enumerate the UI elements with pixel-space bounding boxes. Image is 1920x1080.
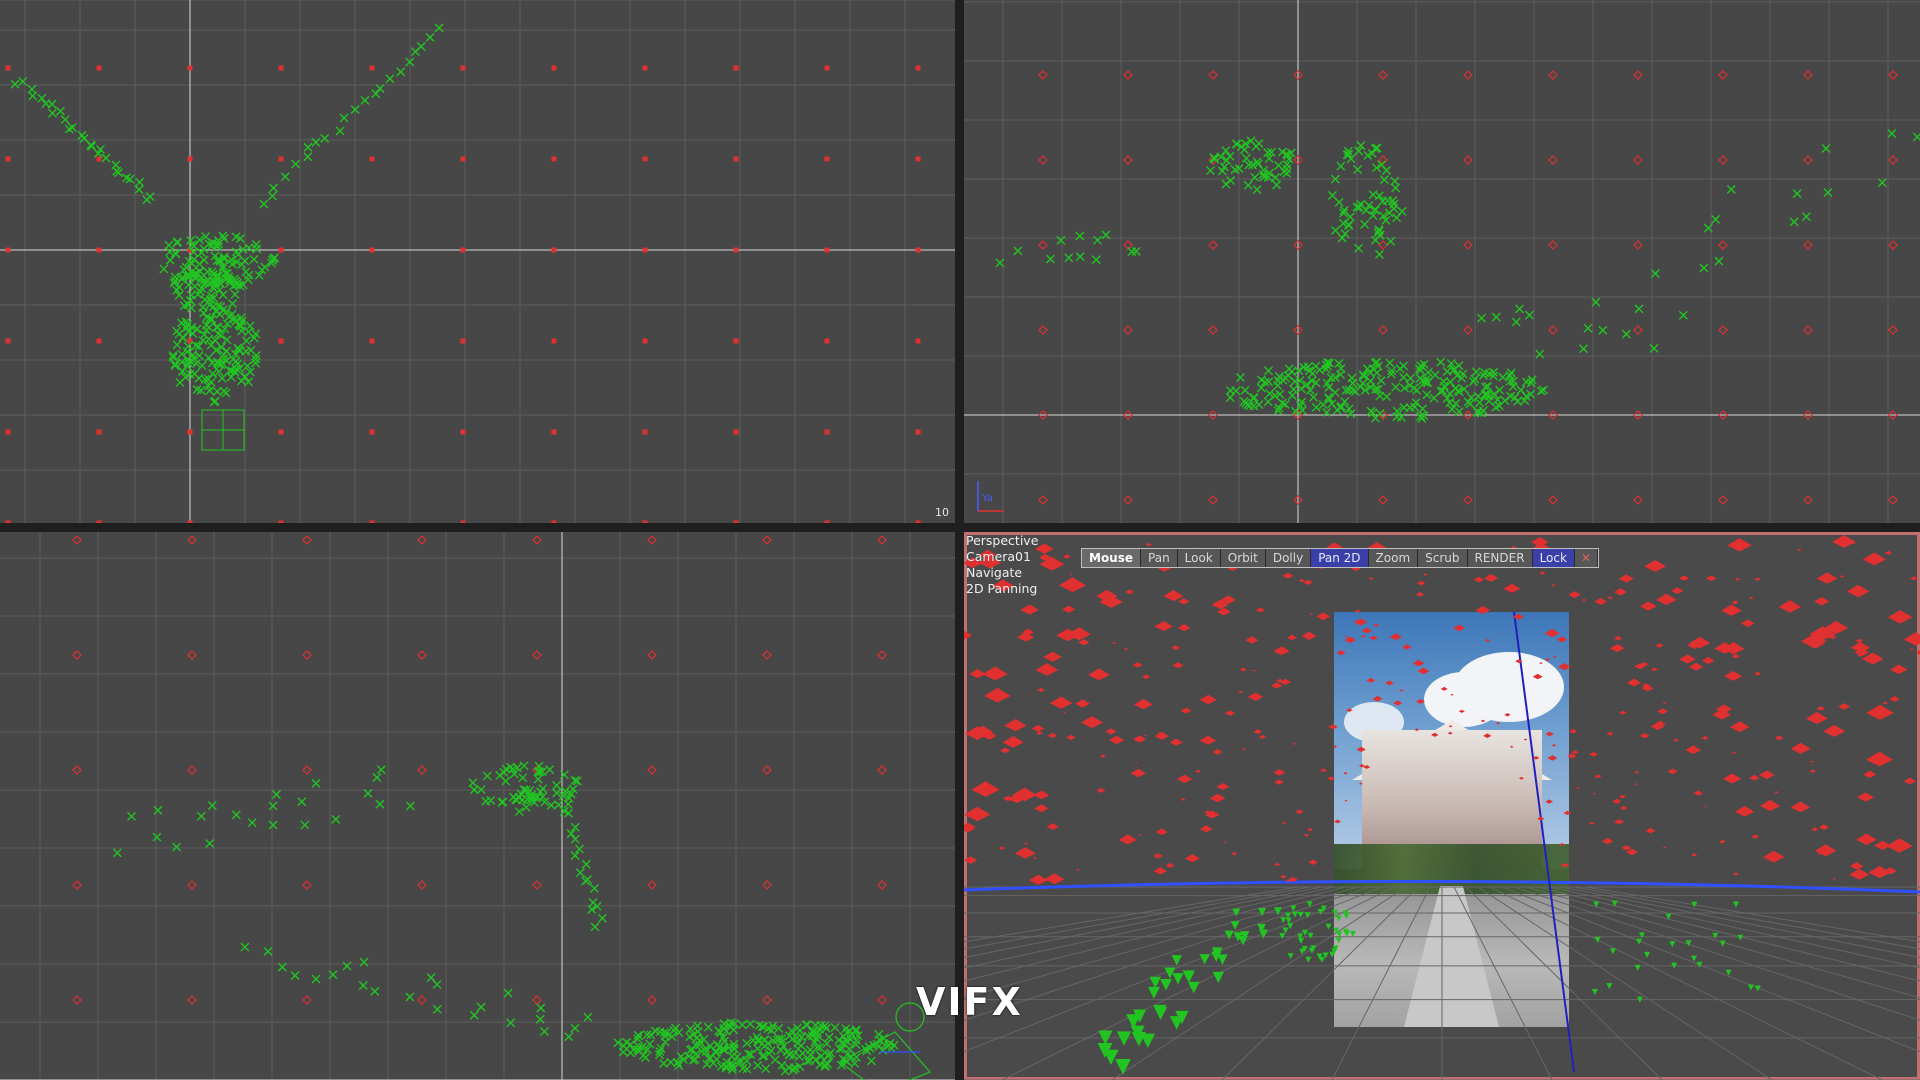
viewport-splitter-vertical[interactable] xyxy=(955,0,964,1080)
grid xyxy=(964,0,1920,523)
dolly-button[interactable]: Dolly xyxy=(1265,549,1312,567)
studio-watermark-logo: VIFX xyxy=(916,980,1023,1024)
locator-markers xyxy=(5,65,921,523)
viewport-front-canvas[interactable] xyxy=(964,0,1920,523)
viewport-top[interactable]: 10 xyxy=(0,0,955,523)
viewport-perspective-canvas[interactable] xyxy=(964,532,1920,1080)
lock-button[interactable]: Lock xyxy=(1532,549,1575,567)
hud-camera-name: Camera01 xyxy=(966,549,1031,564)
pan-2d-button[interactable]: Pan 2D xyxy=(1311,549,1369,567)
axis-indicator-icon: Ya xyxy=(977,481,1004,512)
orbit-button[interactable]: Orbit xyxy=(1220,549,1266,567)
render-button[interactable]: RENDER xyxy=(1467,549,1533,567)
axis-lines xyxy=(964,0,1920,523)
hud-view-name: Perspective xyxy=(966,533,1039,548)
axis-label: Ya xyxy=(981,493,993,504)
zoom-button[interactable]: Zoom xyxy=(1368,549,1419,567)
navigation-toolbar: Mouse Pan Look Orbit Dolly Pan 2D Zoom S… xyxy=(1081,548,1600,568)
locator-markers xyxy=(72,535,887,1005)
viewport-side-canvas[interactable] xyxy=(0,532,955,1080)
viewport-side[interactable] xyxy=(0,532,955,1080)
locator-markers xyxy=(964,534,1920,885)
mouse-label: Mouse xyxy=(1082,549,1142,567)
grid xyxy=(0,532,955,1080)
axis-lines xyxy=(0,532,955,1080)
track-points xyxy=(112,761,899,1076)
hud-mode: Navigate xyxy=(966,565,1023,580)
frame-number: 10 xyxy=(935,506,949,519)
viewport-perspective[interactable]: Perspective Camera01 Navigate 2D Panning… xyxy=(964,532,1920,1080)
track-points xyxy=(1097,900,1761,1075)
scrub-button[interactable]: Scrub xyxy=(1418,549,1468,567)
perspective-hud: Perspective Camera01 Navigate 2D Panning xyxy=(966,533,1038,597)
viewport-top-canvas[interactable] xyxy=(0,0,955,523)
camera-frustum-line xyxy=(1513,611,1575,1073)
track-points xyxy=(995,129,1920,423)
pan-button[interactable]: Pan xyxy=(1141,549,1178,567)
locator-markers xyxy=(1038,70,1898,505)
close-icon[interactable]: ✕ xyxy=(1574,549,1599,567)
hud-submode: 2D Panning xyxy=(966,581,1038,596)
viewport-splitter-horizontal[interactable] xyxy=(0,523,1920,532)
track-points xyxy=(10,23,444,407)
axis-lines xyxy=(0,0,955,523)
viewport-front[interactable]: Ya xyxy=(964,0,1920,523)
look-button[interactable]: Look xyxy=(1177,549,1221,567)
camera-path-icon xyxy=(201,409,245,451)
grid xyxy=(0,0,955,523)
